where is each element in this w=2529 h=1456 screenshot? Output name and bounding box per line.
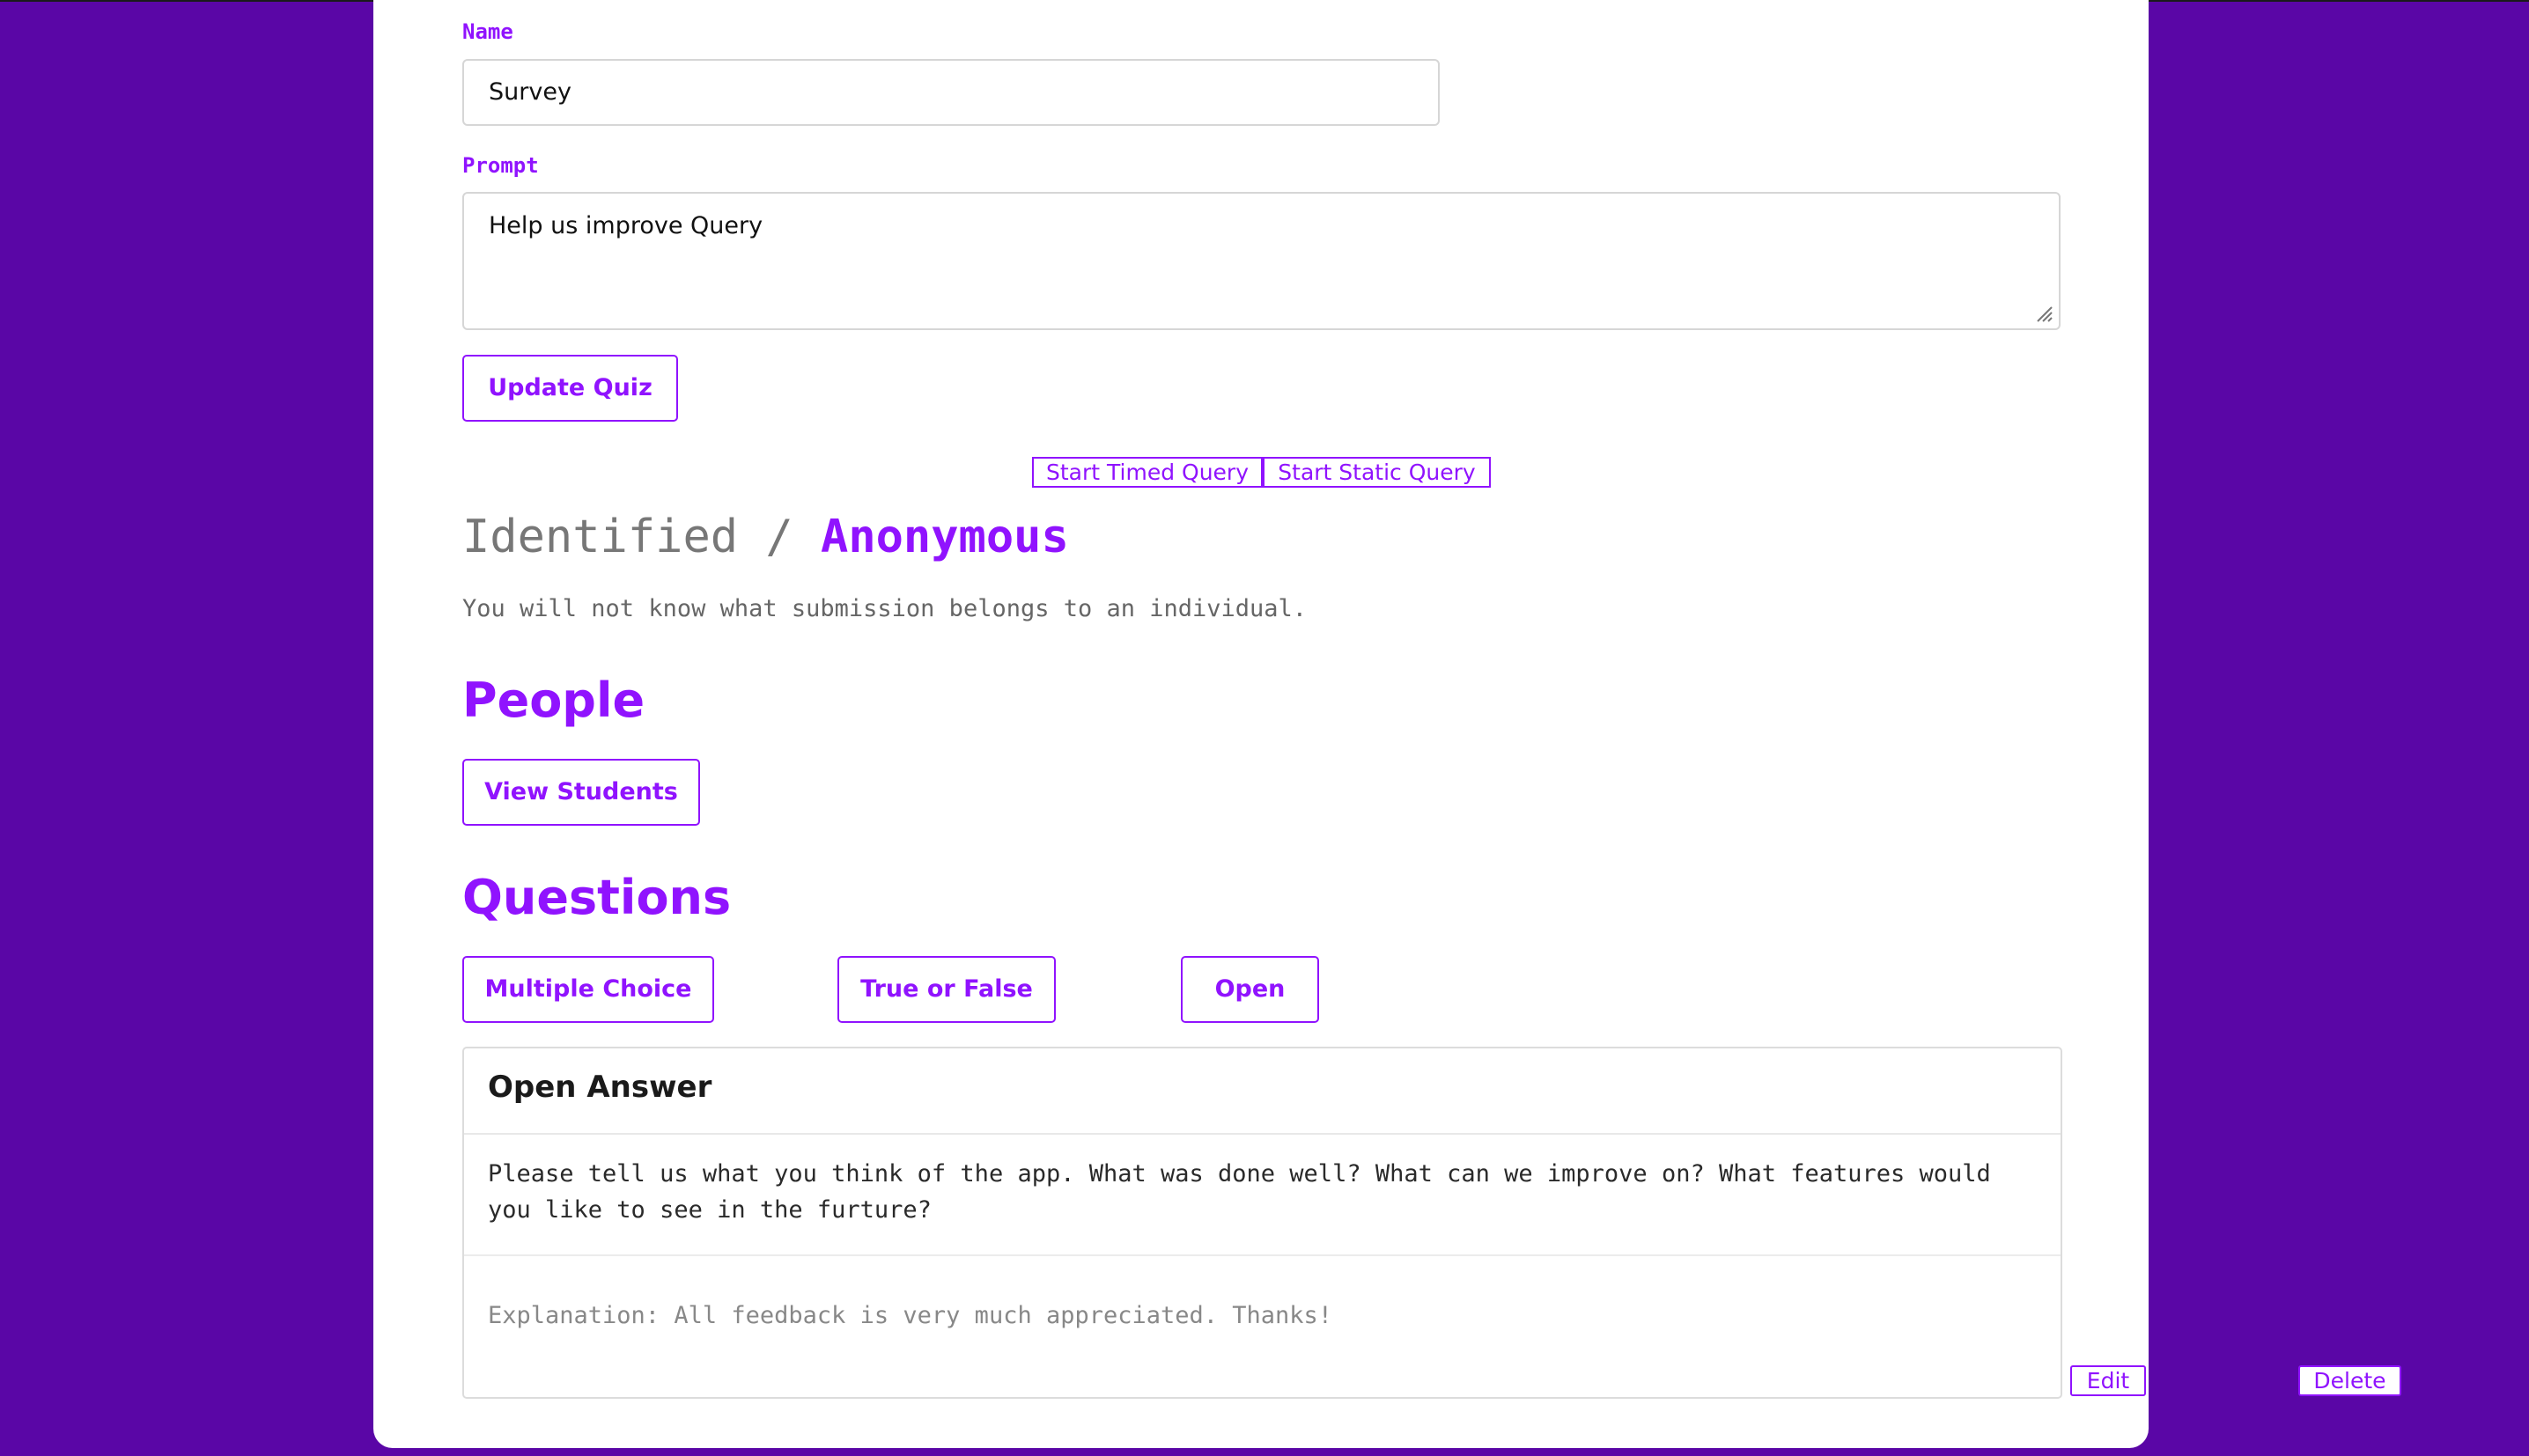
question-text: Please tell us what you think of the app… (488, 1160, 1991, 1224)
privacy-description: You will not know what submission belong… (462, 595, 1308, 622)
privacy-mode-toggle: Identified / Anonymous (462, 511, 1069, 563)
quiz-editor-card: Name Survey Prompt Help us improve Query… (373, 0, 2401, 1448)
add-open-button[interactable]: Open (1181, 956, 1319, 1023)
anonymous-option[interactable]: Anonymous (821, 511, 1069, 563)
people-heading: People (462, 673, 645, 728)
question-card-header: Open Answer (464, 1048, 2061, 1135)
name-input[interactable]: Survey (462, 59, 1440, 126)
question-type-title: Open Answer (488, 1070, 712, 1105)
view-students-button[interactable]: View Students (462, 759, 700, 826)
start-timed-query-button[interactable]: Start Timed Query (1032, 457, 1263, 488)
delete-question-button[interactable]: Delete (2298, 1365, 2401, 1396)
question-explanation: Explanation: All feedback is very much a… (488, 1302, 1333, 1329)
prompt-textarea[interactable]: Help us improve Query (462, 192, 2061, 330)
prompt-label: Prompt (462, 153, 539, 178)
mode-separator: / (765, 511, 793, 563)
add-multiple-choice-button[interactable]: Multiple Choice (462, 956, 714, 1023)
identified-option[interactable]: Identified (462, 511, 738, 563)
edit-question-button[interactable]: Edit (2070, 1365, 2146, 1396)
questions-heading: Questions (462, 870, 732, 925)
update-quiz-button[interactable]: Update Quiz (462, 355, 678, 422)
resize-handle-icon[interactable] (2032, 302, 2053, 323)
name-label: Name (462, 19, 513, 44)
add-true-false-button[interactable]: True or False (837, 956, 1056, 1023)
question-card-divider (464, 1254, 2061, 1256)
start-static-query-button[interactable]: Start Static Query (1263, 457, 1491, 488)
prompt-text: Help us improve Query (489, 212, 763, 239)
question-card: Open Answer Please tell us what you thin… (462, 1047, 2062, 1399)
